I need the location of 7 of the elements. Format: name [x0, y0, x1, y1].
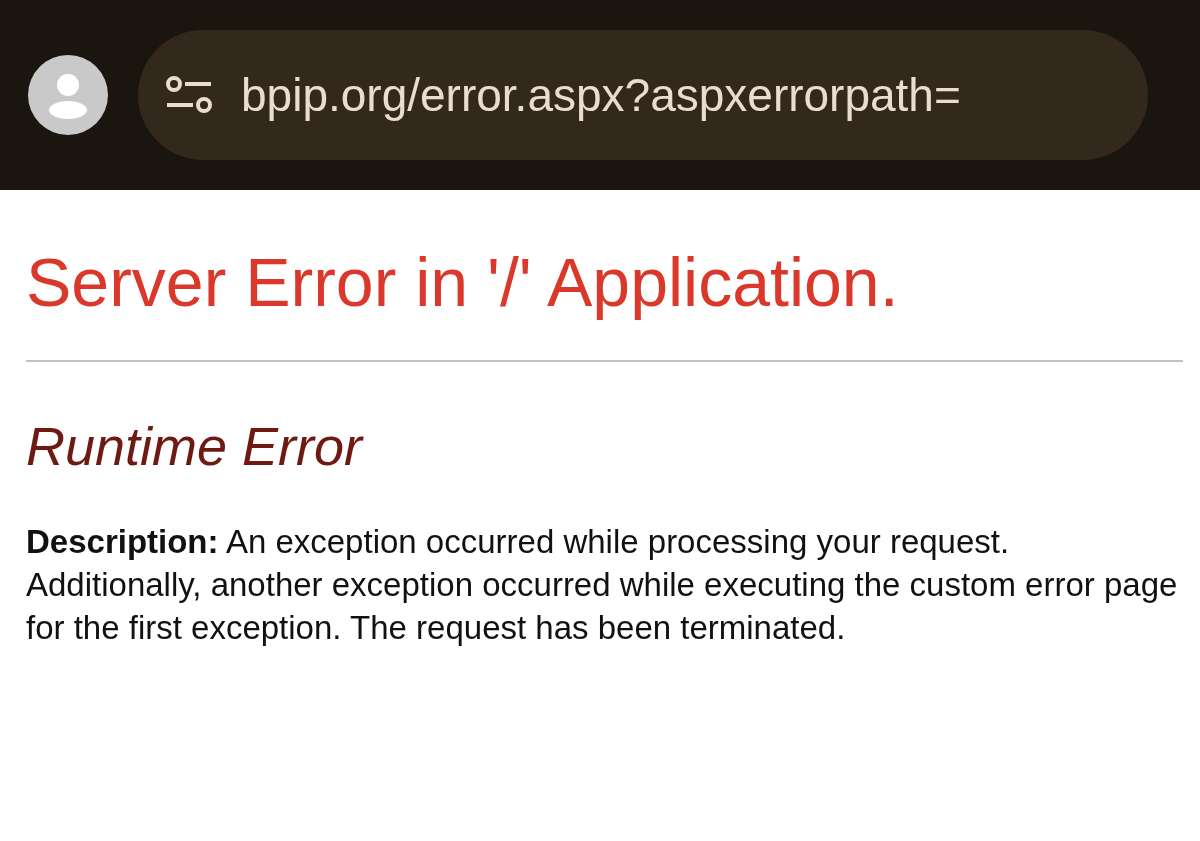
url-text: bpip.org/error.aspx?aspxerrorpath= [241, 68, 961, 122]
error-title: Runtime Error [26, 414, 365, 478]
site-settings-icon[interactable] [165, 75, 215, 115]
account-avatar-icon[interactable] [28, 55, 108, 135]
description-text: Description: An exception occurred while processing your request. Additionally, another exception occurred while executing the custom error page for the first exception. The request has been terminated. [26, 522, 1179, 649]
address-bar[interactable]: bpip.org/error.aspx?aspxerrorpath= [138, 30, 1148, 160]
page-heading: Server Error in '/' Application. [26, 243, 900, 322]
